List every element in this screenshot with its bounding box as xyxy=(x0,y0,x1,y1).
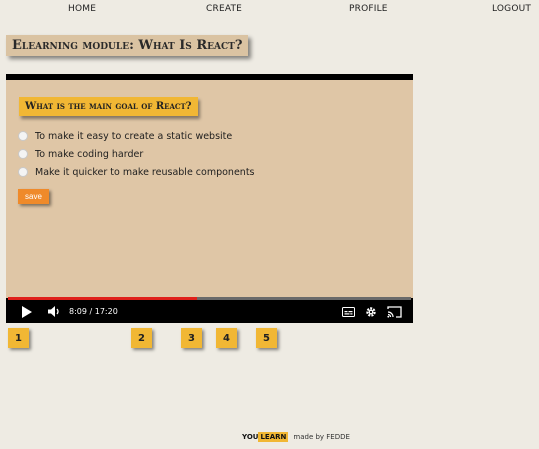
radio-button[interactable] xyxy=(18,149,28,159)
page-title: Elearning module: What Is React? xyxy=(6,35,249,56)
radio-button[interactable] xyxy=(18,167,28,177)
play-icon[interactable] xyxy=(20,300,34,323)
cast-icon[interactable] xyxy=(385,300,403,323)
chapter-marker-4[interactable]: 4 xyxy=(216,328,237,348)
save-button[interactable]: save xyxy=(18,189,49,204)
brand-learn: LEARN xyxy=(258,432,289,442)
answer-label: To make it easy to create a static websi… xyxy=(35,130,233,142)
answer-option[interactable]: Make it quicker to make reusable compone… xyxy=(18,165,255,179)
chapter-marker-2[interactable]: 2 xyxy=(131,328,152,348)
radio-button[interactable] xyxy=(18,131,28,141)
answer-option[interactable]: To make it easy to create a static websi… xyxy=(18,129,232,143)
volume-icon[interactable] xyxy=(46,300,62,323)
chapter-marker-5[interactable]: 5 xyxy=(256,328,277,348)
nav-logout-link[interactable]: LOGOUT xyxy=(492,4,531,14)
player-controls: 8:09 / 17:20 xyxy=(6,300,413,323)
footer-credit: made by FEDDE xyxy=(293,433,350,441)
subtitles-icon[interactable] xyxy=(340,300,356,323)
answer-option[interactable]: To make coding harder xyxy=(18,147,143,161)
chapter-marker-1[interactable]: 1 xyxy=(8,328,29,348)
footer: YOU LEARN made by FEDDE xyxy=(242,432,350,442)
video-player[interactable]: What is the main goal of React? To make … xyxy=(6,74,413,323)
quiz-panel: What is the main goal of React? To make … xyxy=(6,80,413,298)
settings-icon[interactable] xyxy=(363,300,379,323)
nav-home-link[interactable]: HOME xyxy=(68,4,96,14)
question-title: What is the main goal of React? xyxy=(19,97,198,116)
chapter-marker-3[interactable]: 3 xyxy=(181,328,202,348)
time-display: 8:09 / 17:20 xyxy=(69,307,118,316)
nav-create-link[interactable]: CREATE xyxy=(206,4,242,14)
top-nav: HOME CREATE PROFILE LOGOUT xyxy=(0,0,539,20)
answer-label: To make coding harder xyxy=(35,148,144,160)
nav-profile-link[interactable]: PROFILE xyxy=(349,4,388,14)
brand-you: YOU xyxy=(242,433,259,441)
answer-label: Make it quicker to make reusable compone… xyxy=(35,166,255,178)
